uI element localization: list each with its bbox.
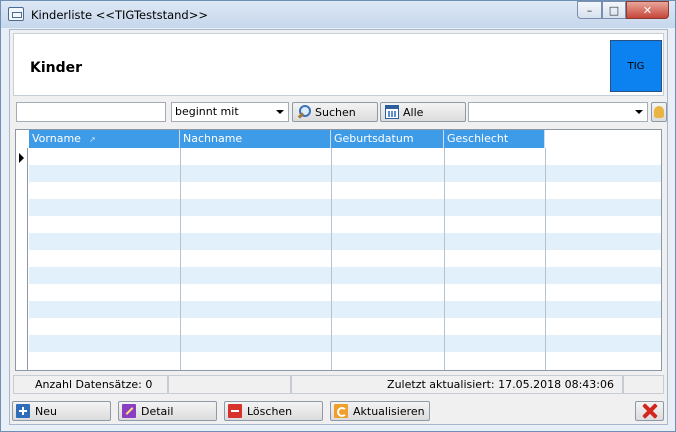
match-mode-value: beginnt mit: [175, 105, 239, 118]
column-divider: [331, 148, 332, 370]
table-row[interactable]: [29, 301, 661, 318]
pencil-icon: [122, 404, 136, 418]
chevron-down-icon[interactable]: [276, 110, 284, 114]
close-icon: ✕: [642, 3, 653, 17]
new-button-label: Neu: [35, 404, 57, 418]
header-panel: Kinder TIG: [13, 33, 664, 96]
delete-button[interactable]: Löschen: [224, 401, 323, 421]
window-title: Kinderliste <<TIGTeststand>>: [31, 8, 208, 22]
status-panel-empty: [623, 375, 664, 394]
column-header-geburtsdatum[interactable]: Geburtsdatum: [331, 130, 444, 148]
table-row[interactable]: [29, 216, 661, 233]
minus-icon: [228, 404, 242, 418]
search-button[interactable]: Suchen: [292, 102, 378, 122]
column-header-label: Geburtsdatum: [334, 132, 414, 145]
client-area: Kinder TIG beginnt mit Suchen Alle Vorna…: [9, 29, 668, 425]
table-row[interactable]: [29, 148, 661, 165]
title-bar[interactable]: Kinderliste <<TIGTeststand>> – □ ✕: [1, 1, 675, 28]
magnifier-icon: [297, 105, 311, 119]
table-row[interactable]: [29, 267, 661, 284]
match-mode-select[interactable]: beginnt mit: [171, 102, 289, 122]
children-grid[interactable]: Vorname ↗ Nachname Geburtsdatum Geschlech…: [15, 129, 662, 371]
column-header-geschlecht[interactable]: Geschlecht: [444, 130, 545, 148]
delete-button-label: Löschen: [247, 404, 293, 418]
show-all-button-label: Alle: [403, 105, 424, 119]
detail-button[interactable]: Detail: [118, 401, 217, 421]
detail-button-label: Detail: [141, 404, 174, 418]
kinderliste-window: Kinderliste <<TIGTeststand>> – □ ✕ Kinde…: [0, 0, 676, 432]
hand-button[interactable]: [651, 102, 667, 122]
maximize-icon: □: [608, 3, 620, 17]
column-divider: [444, 148, 445, 370]
refresh-button-label: Aktualisieren: [353, 404, 425, 418]
filter-bar: beginnt mit Suchen Alle: [10, 100, 667, 126]
calendar-icon: [385, 105, 399, 119]
extra-filter-select[interactable]: [468, 102, 648, 122]
column-header-label: Nachname: [183, 132, 243, 145]
table-row[interactable]: [29, 250, 661, 267]
table-row[interactable]: [29, 233, 661, 250]
grid-header: Vorname ↗ Nachname Geburtsdatum Geschlech…: [16, 130, 661, 148]
maximize-button[interactable]: □: [602, 1, 626, 19]
column-header-label: Geschlecht: [447, 132, 509, 145]
search-button-label: Suchen: [315, 105, 356, 119]
window-icon[interactable]: [8, 7, 24, 21]
table-row[interactable]: [29, 165, 661, 182]
search-input[interactable]: [16, 102, 166, 122]
sort-ascending-icon: ↗: [88, 135, 96, 144]
table-row[interactable]: [29, 318, 661, 335]
record-count: Anzahl Datensätze: 0: [13, 375, 168, 394]
column-header-vorname[interactable]: Vorname ↗: [29, 130, 180, 148]
new-button[interactable]: Neu: [12, 401, 111, 421]
column-divider: [180, 148, 181, 370]
current-row-arrow-icon: [19, 153, 24, 163]
column-header-label: Vorname: [32, 132, 81, 145]
table-row[interactable]: [29, 182, 661, 199]
status-bar: Anzahl Datensätze: 0 Zuletzt aktualisier…: [13, 375, 664, 394]
tig-logo: TIG: [610, 40, 662, 92]
chevron-down-icon[interactable]: [635, 110, 643, 114]
plus-icon: [16, 404, 30, 418]
hand-icon: [654, 106, 664, 118]
minimize-icon: –: [586, 3, 593, 17]
table-row[interactable]: [29, 352, 661, 369]
close-button[interactable]: [635, 401, 664, 421]
column-header-nachname[interactable]: Nachname: [180, 130, 331, 148]
window-close-button[interactable]: ✕: [626, 1, 669, 19]
table-row[interactable]: [29, 335, 661, 352]
refresh-button[interactable]: Aktualisieren: [330, 401, 430, 421]
column-divider: [545, 148, 546, 370]
action-bar: Neu Detail Löschen Aktualisieren: [10, 399, 667, 423]
row-header-column[interactable]: [16, 148, 28, 370]
last-updated: Zuletzt aktualisiert: 17.05.2018 08:43:0…: [291, 375, 623, 394]
table-row[interactable]: [29, 199, 661, 216]
status-panel-empty: [168, 375, 291, 394]
table-row[interactable]: [29, 284, 661, 301]
red-x-icon: [642, 403, 658, 419]
page-title: Kinder: [30, 60, 83, 76]
minimize-button[interactable]: –: [577, 1, 602, 19]
show-all-button[interactable]: Alle: [380, 102, 466, 122]
logo-text: TIG: [627, 60, 645, 72]
refresh-icon: [334, 404, 348, 418]
